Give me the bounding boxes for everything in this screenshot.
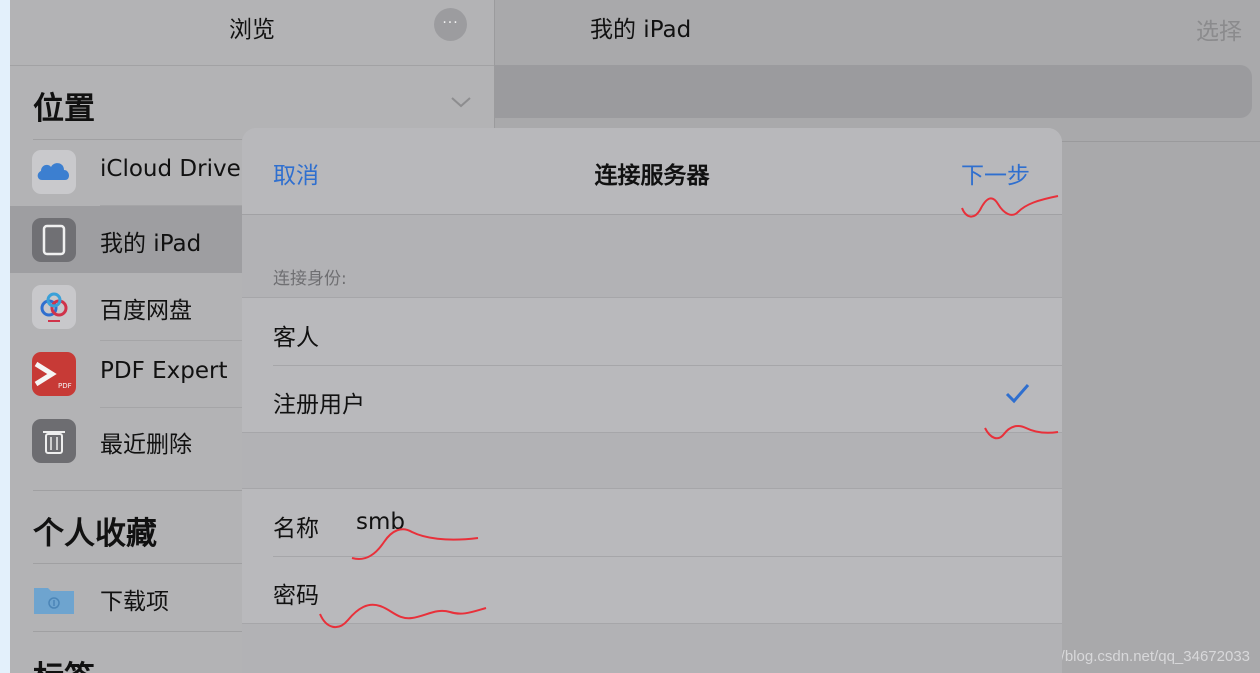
section-title-favorites[interactable]: 个人收藏 (33, 508, 157, 553)
connect-server-dialog: 连接服务器 取消 下一步 连接身份: 客人 注册用户 名称 smb 密码 (242, 128, 1062, 673)
select-button[interactable]: 选择 (1196, 12, 1242, 46)
pdf-expert-icon: PDF (32, 352, 76, 396)
section-title-tags[interactable]: 标签 (33, 652, 95, 673)
baidu-netdisk-icon (32, 285, 76, 329)
sidebar-item-label: 最近删除 (100, 432, 192, 458)
sidebar-header: 浏览 ··· (10, 0, 494, 60)
annotation-scribble-checkmark (984, 425, 1059, 440)
svg-text:PDF: PDF (58, 382, 72, 390)
option-label: 客人 (273, 325, 319, 351)
password-label: 密码 (273, 583, 319, 609)
page-title: 我的 iPad (590, 17, 692, 43)
dialog-title: 连接服务器 (594, 163, 710, 189)
more-button[interactable]: ··· (434, 8, 467, 41)
next-button[interactable]: 下一步 (961, 156, 1030, 190)
sidebar-item-label: 下载项 (100, 589, 169, 615)
section-title-locations[interactable]: 位置 (33, 83, 95, 128)
sidebar-item-label: 百度网盘 (100, 298, 192, 324)
downloads-folder-icon (32, 576, 76, 620)
connect-as-options: 客人 注册用户 (242, 297, 1062, 433)
annotation-scribble-next (961, 195, 1059, 218)
name-label: 名称 (273, 516, 319, 542)
search-bar[interactable] (495, 65, 1252, 118)
cancel-button[interactable]: 取消 (273, 156, 319, 190)
option-registered-user[interactable]: 注册用户 (242, 365, 1062, 432)
divider (10, 65, 494, 66)
sidebar-item-label: PDF Expert (100, 358, 228, 384)
option-label: 注册用户 (273, 392, 365, 418)
sidebar-title: 浏览 (229, 17, 275, 43)
connect-as-label: 连接身份: (273, 269, 347, 289)
files-app: 浏览 ··· 位置 iCloud Drive 我的 iPad 百度网盘 PDF … (10, 0, 1260, 673)
dialog-header: 连接服务器 取消 下一步 (242, 128, 1062, 215)
checkmark-icon (1002, 379, 1032, 413)
ipad-icon (32, 218, 76, 262)
sidebar-item-label: 我的 iPad (100, 231, 202, 257)
chevron-down-icon[interactable] (450, 90, 472, 114)
trash-icon (32, 419, 76, 463)
option-guest[interactable]: 客人 (242, 298, 1062, 365)
annotation-scribble-name (351, 528, 479, 560)
sidebar-item-label: iCloud Drive (100, 156, 241, 182)
annotation-scribble-password (319, 603, 487, 629)
icloud-icon (32, 150, 76, 194)
